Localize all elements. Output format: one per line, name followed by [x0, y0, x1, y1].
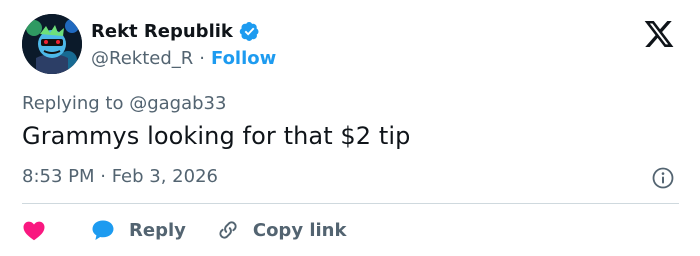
- tweet-embed-card: Rekt Republik @Rekted_R · Follow Replyin…: [0, 0, 700, 256]
- avatar[interactable]: [22, 14, 82, 74]
- author-handle[interactable]: @Rekted_R: [91, 48, 193, 69]
- separator-dot: ·: [199, 48, 205, 69]
- replying-to-line: Replying to @gagab33: [22, 93, 226, 114]
- reply-label: Reply: [129, 219, 186, 241]
- copy-link-button[interactable]: Copy link: [216, 218, 347, 242]
- replying-to-mention[interactable]: @gagab33: [129, 93, 226, 114]
- like-button[interactable]: [22, 219, 46, 241]
- tweet-timestamp[interactable]: 8:53 PM · Feb 3, 2026: [22, 166, 218, 187]
- tweet-text: Grammys looking for that $2 tip: [22, 122, 411, 150]
- copy-link-label: Copy link: [252, 219, 347, 241]
- link-icon: [219, 221, 237, 239]
- follow-button[interactable]: Follow: [211, 48, 276, 69]
- action-bar: Reply Copy link: [22, 216, 346, 244]
- replying-to-prefix: Replying to: [22, 93, 130, 114]
- speech-bubble-icon: [92, 220, 114, 240]
- author-handle-row: @Rekted_R · Follow: [91, 48, 276, 69]
- verified-badge-icon: [239, 21, 260, 42]
- divider: [22, 203, 679, 204]
- author-name-row: Rekt Republik: [91, 21, 260, 42]
- author-display-name[interactable]: Rekt Republik: [91, 21, 233, 42]
- reply-button[interactable]: Reply: [91, 219, 186, 241]
- info-icon[interactable]: [651, 166, 675, 190]
- avatar-image: [22, 14, 82, 74]
- x-logo-icon[interactable]: [643, 18, 675, 50]
- heart-icon: [23, 221, 45, 241]
